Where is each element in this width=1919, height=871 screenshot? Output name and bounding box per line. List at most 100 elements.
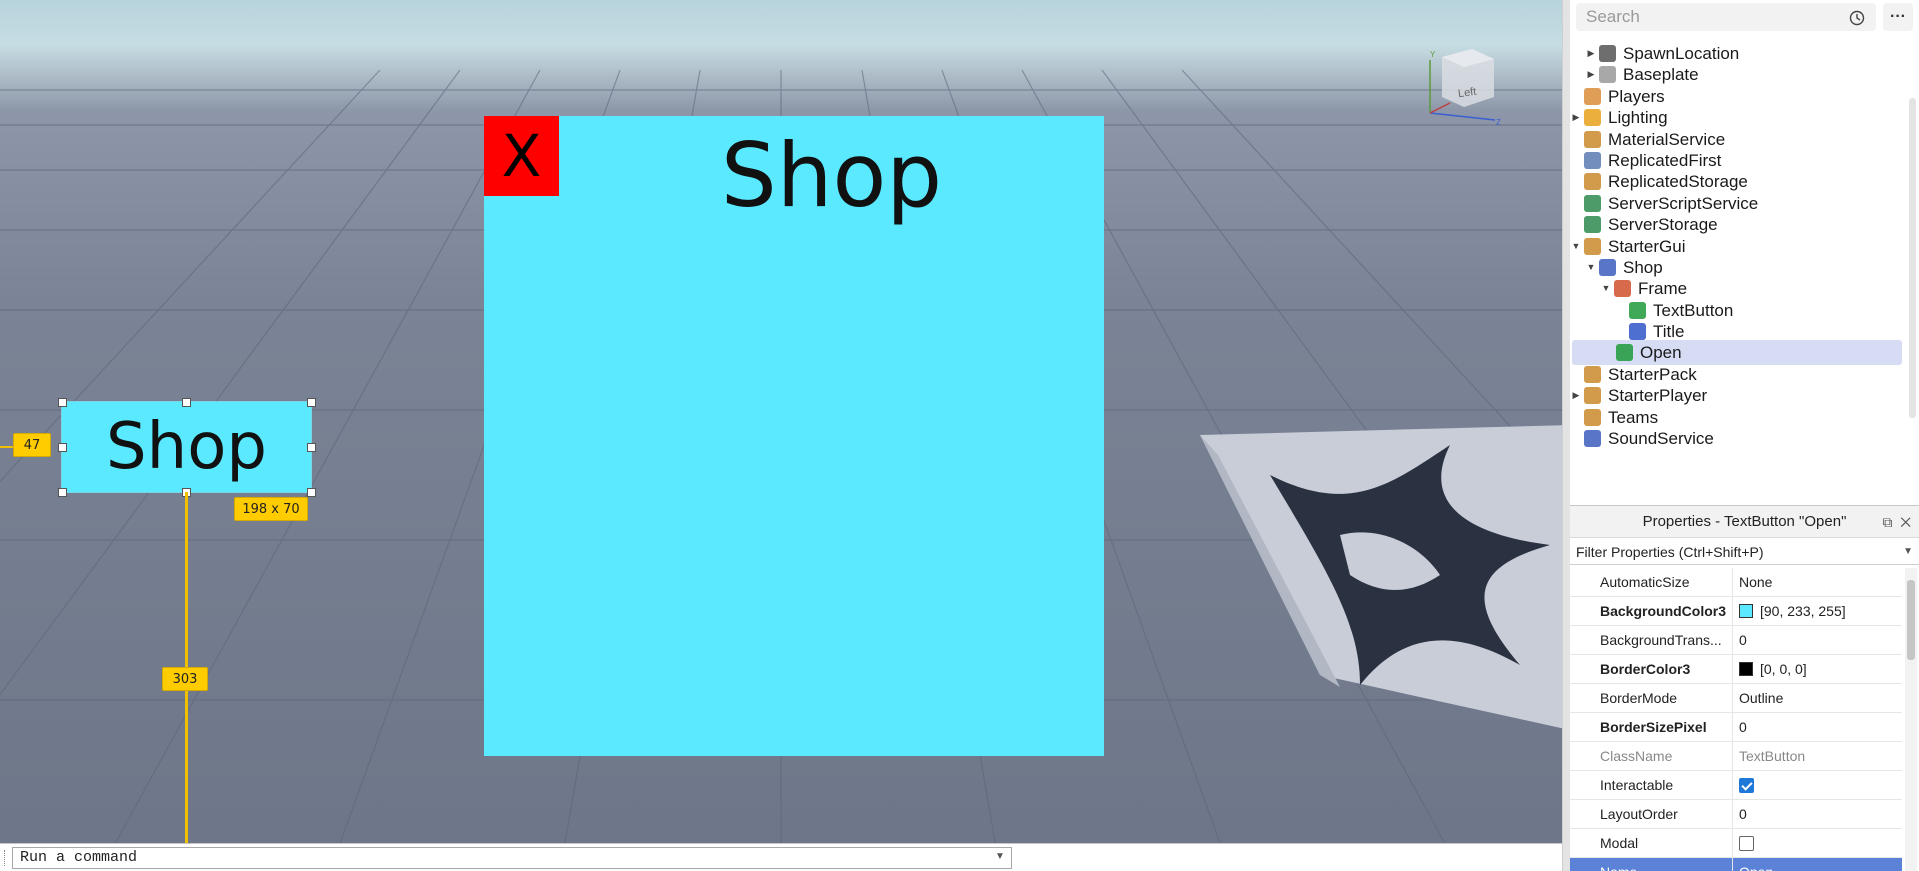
property-value[interactable]: 0 — [1739, 626, 1899, 654]
properties-scrollbar[interactable] — [1905, 568, 1917, 871]
property-value-text: TextButton — [1739, 748, 1806, 764]
property-row-interactable[interactable]: Interactable — [1570, 771, 1902, 800]
property-value-text: Open — [1739, 864, 1773, 871]
properties-title: Properties - TextButton "Open" — [1642, 513, 1847, 530]
property-name: BackgroundColor3 — [1570, 597, 1733, 625]
teams-icon — [1584, 409, 1601, 426]
resize-handle-br[interactable] — [307, 488, 316, 497]
starter-pack-icon — [1584, 366, 1601, 383]
resize-handle-tm[interactable] — [182, 398, 191, 407]
panel-divider[interactable] — [1562, 0, 1570, 871]
players-icon — [1584, 88, 1601, 105]
svg-text:Y: Y — [1430, 50, 1436, 59]
sound-icon — [1584, 430, 1601, 447]
property-value[interactable] — [1739, 771, 1899, 799]
view-cube[interactable]: Y Z Left — [1420, 45, 1510, 135]
size-badge: 198 x 70 — [234, 497, 308, 521]
svg-text:Z: Z — [1496, 118, 1501, 127]
property-row-backgroundtrans-[interactable]: BackgroundTrans... 0 — [1570, 626, 1902, 655]
chevron-down-icon[interactable]: ▼ — [1903, 539, 1913, 565]
resize-handle-tl[interactable] — [58, 398, 67, 407]
history-icon[interactable] — [1848, 9, 1866, 27]
property-value-text: 0 — [1739, 806, 1747, 822]
property-row-backgroundcolor3[interactable]: BackgroundColor3 [90, 233, 255] — [1570, 597, 1902, 626]
text-button-icon — [1629, 302, 1646, 319]
property-row-modal[interactable]: Modal — [1570, 829, 1902, 858]
screen-gui-icon — [1599, 259, 1616, 276]
filter-properties-input[interactable]: Filter Properties (Ctrl+Shift+P) ▼ — [1570, 539, 1919, 565]
resize-handle-mr[interactable] — [307, 443, 316, 452]
property-value[interactable]: [90, 233, 255] — [1739, 597, 1899, 625]
property-row-bordersizepixel[interactable]: BorderSizePixel 0 — [1570, 713, 1902, 742]
property-name: BorderMode — [1570, 684, 1733, 712]
color-swatch[interactable] — [1739, 604, 1753, 618]
properties-table: AutomaticSize None BackgroundColor3 [90, 23… — [1570, 568, 1902, 871]
frame-icon — [1614, 280, 1631, 297]
property-name: BorderSizePixel — [1570, 713, 1733, 741]
server-script-icon — [1584, 195, 1601, 212]
left-offset-badge: 47 — [13, 433, 51, 457]
property-name: Interactable — [1570, 771, 1733, 799]
frame-title: Shop — [720, 124, 943, 227]
property-value[interactable]: None — [1739, 568, 1899, 596]
property-value[interactable] — [1739, 829, 1899, 857]
decal-part[interactable] — [1190, 425, 1562, 735]
explorer-scrollbar[interactable] — [1909, 98, 1916, 418]
gear-icon — [1599, 45, 1616, 62]
explorer-tree: ▶ SpawnLocation ▶ Baseplate Players ▶ Lighting… — [1570, 41, 1919, 503]
property-row-name[interactable]: Name Open — [1570, 858, 1902, 871]
property-value[interactable]: Outline — [1739, 684, 1899, 712]
starter-player-icon — [1584, 387, 1601, 404]
studio-window: Y Z Left X Shop Shop 47 198 x 70 303 Run… — [0, 0, 1919, 871]
part-icon — [1599, 66, 1616, 83]
viewport-3d[interactable]: Y Z Left X Shop Shop 47 198 x 70 303 — [0, 0, 1562, 871]
property-value-text: 0 — [1739, 632, 1747, 648]
checkbox[interactable] — [1739, 836, 1754, 851]
tree-item-label: SoundService — [1608, 429, 1714, 448]
property-value[interactable]: [0, 0, 0] — [1739, 655, 1899, 683]
server-storage-icon — [1584, 216, 1601, 233]
resize-handle-ml[interactable] — [58, 443, 67, 452]
property-row-automaticsize[interactable]: AutomaticSize None — [1570, 568, 1902, 597]
filter-placeholder: Filter Properties (Ctrl+Shift+P) — [1576, 544, 1764, 560]
replicated-storage-icon — [1584, 173, 1601, 190]
property-row-bordermode[interactable]: BorderMode Outline — [1570, 684, 1902, 713]
properties-header: Properties - TextButton "Open" ⧉ ✕ — [1570, 506, 1919, 538]
property-name: Name — [1570, 858, 1733, 871]
property-row-classname[interactable]: ClassName TextButton — [1570, 742, 1902, 771]
command-input[interactable]: Run a command — [12, 847, 1012, 869]
tree-item-soundservice[interactable]: SoundService — [1570, 426, 1902, 451]
undock-icon[interactable]: ⧉ — [1883, 514, 1893, 530]
property-row-bordercolor3[interactable]: BorderColor3 [0, 0, 0] — [1570, 655, 1902, 684]
text-button-icon — [1616, 344, 1633, 361]
left-distance-guide — [0, 446, 14, 448]
property-name: ClassName — [1570, 742, 1733, 770]
property-name: BorderColor3 — [1570, 655, 1733, 683]
resize-handle-bl[interactable] — [58, 488, 67, 497]
open-button[interactable]: Shop — [61, 401, 312, 493]
property-name: AutomaticSize — [1570, 568, 1733, 596]
color-swatch[interactable] — [1739, 662, 1753, 676]
explorer-search[interactable]: Search — [1576, 3, 1876, 31]
property-value[interactable]: Open — [1739, 858, 1899, 871]
property-value[interactable]: 0 — [1739, 800, 1899, 828]
property-value[interactable]: TextButton — [1739, 742, 1899, 770]
properties-panel: Properties - TextButton "Open" ⧉ ✕ Filte… — [1570, 505, 1919, 871]
property-value-text: None — [1739, 574, 1773, 590]
close-icon[interactable]: ✕ — [1900, 514, 1911, 530]
chevron-down-icon[interactable]: ▼ — [990, 847, 1010, 867]
close-button[interactable]: X — [484, 116, 559, 196]
bottom-offset-badge: 303 — [162, 667, 208, 691]
search-input[interactable]: Search — [1586, 3, 1640, 31]
explorer-panel: Search ··· ▶ SpawnLocation ▶ Baseplate Playe… — [1570, 0, 1919, 505]
property-name: BackgroundTrans... — [1570, 626, 1733, 654]
material-icon — [1584, 131, 1601, 148]
more-options-button[interactable]: ··· — [1883, 3, 1913, 31]
checkbox[interactable] — [1739, 778, 1754, 793]
resize-handle-tr[interactable] — [307, 398, 316, 407]
command-bar: Run a command ▼ — [0, 843, 1562, 871]
drag-grip[interactable] — [4, 850, 7, 866]
property-row-layoutorder[interactable]: LayoutOrder 0 — [1570, 800, 1902, 829]
property-name: LayoutOrder — [1570, 800, 1733, 828]
property-value[interactable]: 0 — [1739, 713, 1899, 741]
